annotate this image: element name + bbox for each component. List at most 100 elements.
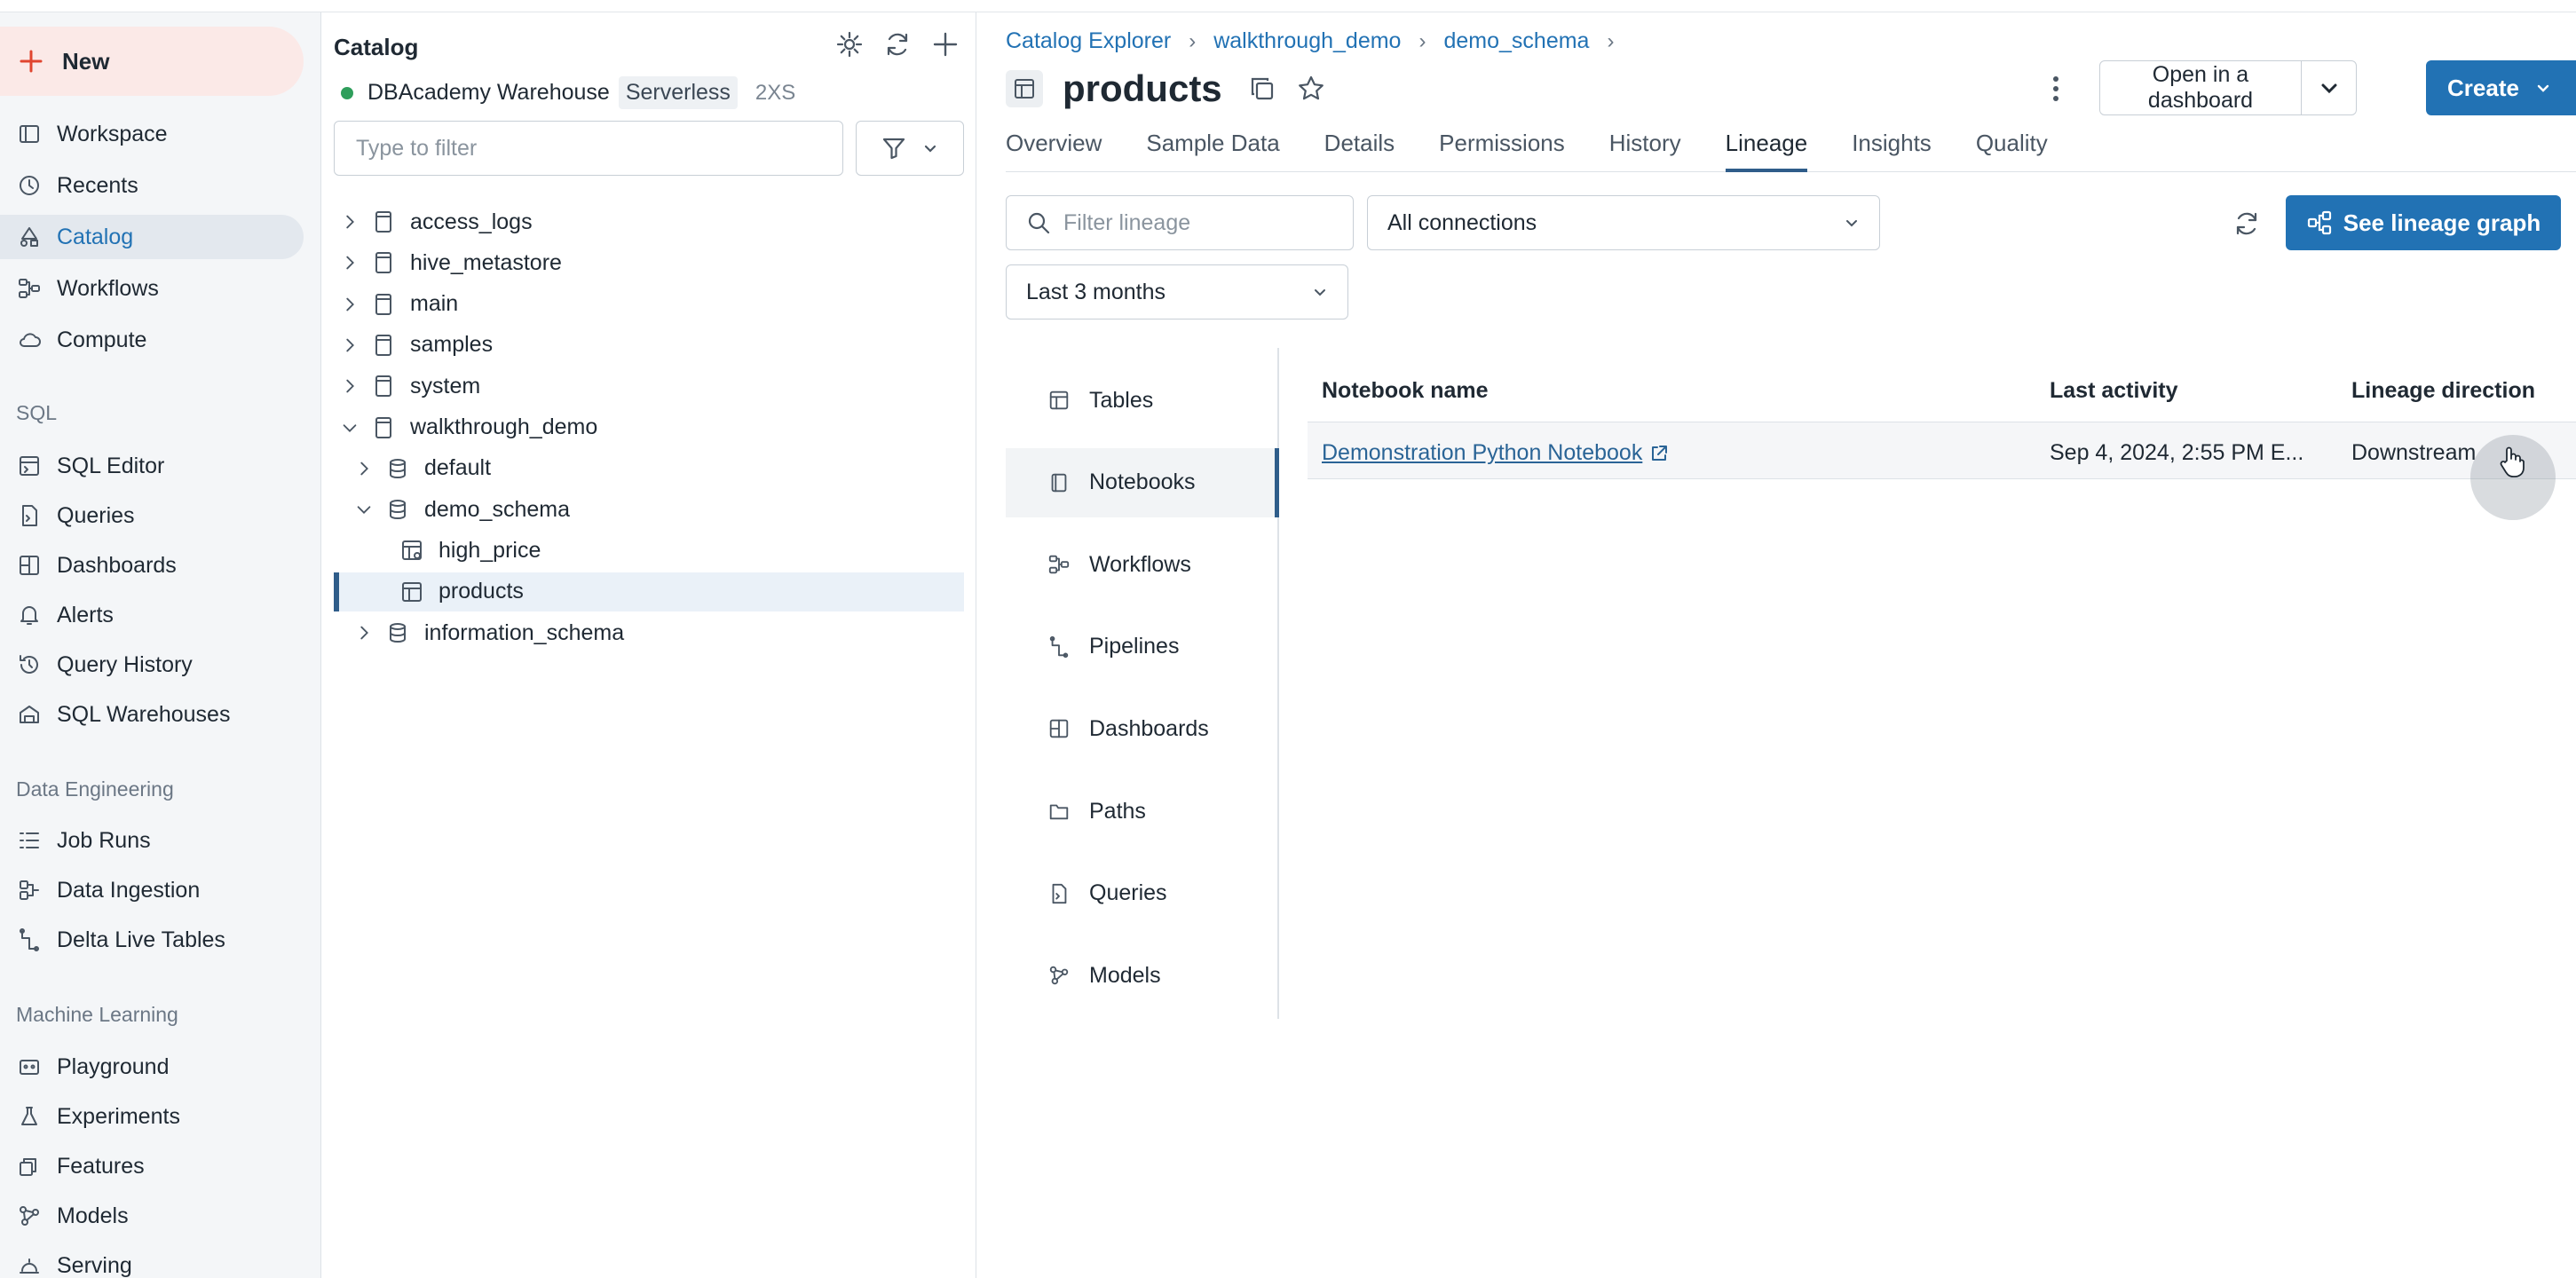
chevron-right-icon: › [1418,28,1426,53]
column-header-lineage-direction[interactable]: Lineage direction [2351,378,2535,404]
breadcrumb-schema[interactable]: demo_schema [1443,28,1589,54]
column-header-last-activity[interactable]: Last activity [2050,378,2178,404]
notebook-icon [1047,470,1071,495]
sidebar-section-sql_section: SQL [16,401,58,424]
sidebar-item-recents[interactable]: Recents [0,163,304,208]
tree-node-samples[interactable]: samples [334,326,964,365]
tree-node-walkthrough-demo[interactable]: walkthrough_demo [334,408,964,447]
sidebar-item-compute[interactable]: Compute [0,318,304,362]
star-icon[interactable] [1297,75,1325,103]
tab-permissions[interactable]: Permissions [1439,128,1565,172]
chevron-right-icon[interactable] [339,252,360,273]
chevron-right-icon[interactable] [353,458,375,479]
notebook-link[interactable]: Demonstration Python Notebook [1322,440,1669,466]
sidebar-item-job-runs[interactable]: Job Runs [0,818,304,863]
tab-details[interactable]: Details [1324,128,1395,172]
lineage-type-paths[interactable]: Paths [1006,777,1279,846]
sidebar-item-alerts[interactable]: Alerts [0,593,304,637]
lineage-type-queries[interactable]: Queries [1006,859,1279,928]
add-icon[interactable] [931,30,960,59]
sidebar-item-dashboards[interactable]: Dashboards [0,543,304,588]
new-button[interactable]: New [0,27,304,96]
warehouse-selector[interactable]: DBAcademy Warehouse Serverless 2XS [341,76,795,109]
open-in-dashboard-button[interactable]: Open in a dashboard [2100,62,2301,114]
sidebar-item-label: Serving [57,1252,132,1278]
tree-node-label: main [410,291,459,317]
refresh-icon[interactable] [883,30,912,59]
chevron-right-icon[interactable] [339,294,360,315]
chevron-right-icon[interactable] [339,335,360,356]
tree-node-label: samples [410,332,494,358]
tree-node-information-schema[interactable]: information_schema [334,613,964,652]
sidebar-item-sql-editor[interactable]: SQL Editor [0,444,304,488]
tree-node-main[interactable]: main [334,285,964,324]
column-header-notebook-name[interactable]: Notebook name [1322,378,1489,404]
tab-sample-data[interactable]: Sample Data [1146,128,1279,172]
queries-icon [1047,881,1071,906]
sidebar-item-playground[interactable]: Playground [0,1045,304,1089]
tree-node-hive-metastore[interactable]: hive_metastore [334,243,964,282]
tab-lineage[interactable]: Lineage [1725,128,1808,172]
copy-icon[interactable] [1249,75,1276,102]
catalog-filter-input[interactable] [334,121,843,176]
warehouse-status-dot [341,86,353,99]
pipeline-icon [16,927,43,953]
sidebar-item-sql-warehouses[interactable]: SQL Warehouses [0,692,304,737]
chevron-right-icon[interactable] [339,375,360,397]
sidebar-item-models[interactable]: Models [0,1194,304,1238]
chevron-down-icon[interactable] [353,499,375,520]
lineage-type-notebooks[interactable]: Notebooks [1006,447,1279,517]
tree-node-system[interactable]: system [334,367,964,406]
lineage-table-header: Notebook name Last activity Lineage dire… [1308,360,2576,422]
breadcrumb-catalog[interactable]: walkthrough_demo [1213,28,1401,54]
sidebar-item-features[interactable]: Features [0,1144,304,1188]
connections-select[interactable]: All connections [1367,195,1880,250]
see-lineage-graph-button[interactable]: See lineage graph [2286,195,2561,250]
sidebar-item-delta-live-tables[interactable]: Delta Live Tables [0,918,304,962]
tree-node-high-price[interactable]: high_price [334,531,964,570]
tree-node-products[interactable]: products [334,572,964,611]
create-button[interactable]: Create [2426,60,2576,115]
sidebar-item-experiments[interactable]: Experiments [0,1094,304,1139]
lineage-type-pipelines[interactable]: Pipelines [1006,612,1279,682]
time-range-select[interactable]: Last 3 months [1006,264,1348,320]
lineage-type-list: Tables Notebooks Workflows Pipelines Das… [1006,348,1279,1019]
chevron-right-icon[interactable] [339,211,360,233]
lineage-type-label: Models [1089,962,1161,988]
catalog-filter-options-button[interactable] [856,121,964,176]
refresh-lineage-icon[interactable] [2232,209,2261,238]
sidebar-item-queries[interactable]: Queries [0,493,304,538]
tab-insights[interactable]: Insights [1852,128,1932,172]
tab-overview[interactable]: Overview [1006,128,1102,172]
folder-icon [1047,799,1071,824]
open-in-dashboard-split-button: Open in a dashboard [2099,60,2357,115]
sidebar-item-catalog[interactable]: Catalog [0,215,304,259]
sidebar-item-serving[interactable]: Serving [0,1243,304,1278]
more-options-icon[interactable] [2043,71,2069,106]
lineage-type-label: Tables [1089,387,1154,413]
gear-icon[interactable] [835,30,864,59]
lineage-filter-input[interactable] [1063,209,1347,236]
breadcrumb-catalog-explorer[interactable]: Catalog Explorer [1006,28,1171,54]
tree-node-access-logs[interactable]: access_logs [334,202,964,241]
notebook-name: Demonstration Python Notebook [1322,440,1643,465]
detail-tabs: Overview Sample Data Details Permissions His… [1006,128,2576,172]
sidebar-item-query-history[interactable]: Query History [0,643,304,687]
chevron-down-icon[interactable] [339,417,360,438]
tree-node-default[interactable]: default [334,449,964,488]
lineage-type-models[interactable]: Models [1006,941,1279,1010]
sidebar-item-data-ingestion[interactable]: Data Ingestion [0,868,304,912]
tab-history[interactable]: History [1609,128,1681,172]
sidebar-item-workflows[interactable]: Workflows [0,266,304,311]
lineage-type-label: Paths [1089,798,1146,824]
lineage-type-tables[interactable]: Tables [1006,366,1279,435]
open-in-dashboard-dropdown[interactable] [2301,61,2356,114]
tab-quality[interactable]: Quality [1976,128,2048,172]
lineage-filter[interactable] [1006,195,1354,250]
tree-node-demo-schema[interactable]: demo_schema [334,490,964,529]
sidebar-item-workspace[interactable]: Workspace [0,112,304,156]
chevron-right-icon[interactable] [353,622,375,643]
lineage-type-workflows[interactable]: Workflows [1006,530,1279,599]
lineage-type-dashboards[interactable]: Dashboards [1006,694,1279,763]
lineage-type-label: Queries [1089,880,1167,906]
